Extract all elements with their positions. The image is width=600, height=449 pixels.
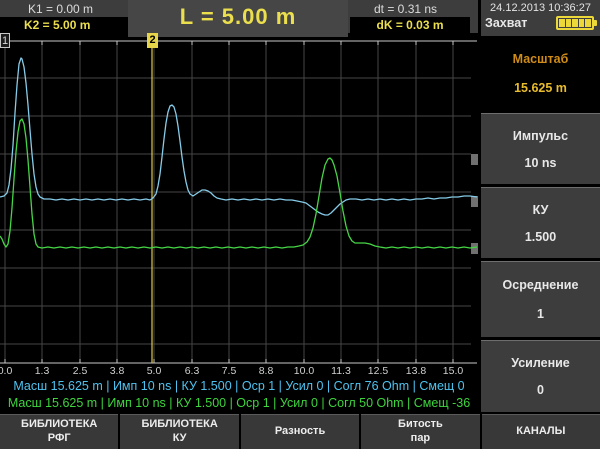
x-axis-tick-label: 10.0 — [289, 365, 319, 377]
panel-ku-label: КУ — [533, 203, 549, 217]
waveform-chart — [0, 33, 478, 366]
softkey-row: БИБЛИОТЕКА РФГ БИБЛИОТЕКА КУ Разность Би… — [0, 414, 600, 449]
button-library-ku[interactable]: БИБЛИОТЕКА КУ — [120, 414, 238, 449]
panel-pulse-label: Импульс — [513, 129, 568, 143]
datetime: 24.12.2013 10:36:27 — [481, 0, 600, 14]
sidebar-panel-scale[interactable]: Масштаб 15.625 m — [481, 37, 600, 110]
x-axis-tick-label: 11.3 — [326, 365, 356, 377]
panel-scale-label: Масштаб — [513, 52, 569, 66]
button-label: Разность — [275, 425, 325, 439]
panel-ku-value: 1.500 — [525, 230, 556, 244]
panel-gain-value: 0 — [537, 383, 544, 397]
x-axis-tick-label: 1.3 — [27, 365, 57, 377]
x-axis-tick-label: 13.8 — [401, 365, 431, 377]
button-label: пар — [411, 432, 430, 446]
x-axis-tick-label: 6.3 — [177, 365, 207, 377]
status-line-channel2: Масш 15.625 m | Имп 10 ns | КУ 1.500 | О… — [0, 396, 478, 411]
reflectometer-screen: K1 = 0.00 m K2 = 5.00 m L = 5.00 m dt = … — [0, 0, 600, 449]
battery-segment — [579, 19, 585, 27]
sidebar-panel-pulse[interactable]: Импульс 10 ns — [481, 113, 600, 184]
sidebar-panel-averaging[interactable]: Осреднение 1 — [481, 261, 600, 337]
k1-readout: K1 = 0.00 m — [28, 2, 93, 16]
battery-segment — [585, 19, 591, 27]
button-pair-split[interactable]: Битость пар — [361, 414, 479, 449]
button-label: БИБЛИОТЕКА — [141, 418, 217, 432]
battery-icon — [556, 16, 594, 30]
x-axis-tick-label: 0.0 — [0, 365, 20, 377]
dt-readout: dt = 0.31 ns — [374, 2, 437, 16]
x-axis-tick-label: 2.5 — [65, 365, 95, 377]
panel-pulse-value: 10 ns — [525, 156, 557, 170]
marker-2[interactable]: 2 — [147, 33, 158, 48]
capture-mode-label: Захват — [485, 16, 527, 30]
panel-gain-label: Усиление — [511, 356, 570, 370]
trace-channel-1 — [0, 58, 477, 215]
x-axis-tick-label: 15.0 — [438, 365, 468, 377]
battery-segment — [559, 19, 565, 27]
right-level-tick — [471, 196, 478, 207]
sidebar-panel-ku[interactable]: КУ 1.500 — [481, 187, 600, 258]
x-axis-tick-label: 3.8 — [102, 365, 132, 377]
k2-readout: K2 = 5.00 m — [0, 17, 128, 33]
marker-1[interactable]: 1 — [0, 33, 10, 48]
button-label: Битость — [398, 418, 443, 432]
sidebar-panel-gain[interactable]: Усиление 0 — [481, 340, 600, 412]
panel-averaging-label: Осреднение — [503, 278, 579, 292]
x-axis-tick-label: 5.0 — [139, 365, 169, 377]
button-label: КАНАЛЫ — [516, 425, 565, 439]
right-level-tick — [471, 154, 478, 165]
length-readout: L = 5.00 m — [128, 0, 348, 37]
button-difference[interactable]: Разность — [241, 414, 359, 449]
button-library-rfg[interactable]: БИБЛИОТЕКА РФГ — [0, 414, 118, 449]
panel-scale-value: 15.625 m — [514, 81, 567, 95]
battery-segment — [566, 19, 572, 27]
x-axis-labels: 0.0 1.3 2.5 3.8 5.0 6.3 7.5 8.8 10.0 11.3 12.5 13.8… — [0, 365, 478, 377]
sidebar-top: 24.12.2013 10:36:27 Захват — [481, 0, 600, 36]
status-line-channel1: Масш 15.625 m | Имп 10 ns | КУ 1.500 | О… — [0, 379, 478, 394]
button-label: КУ — [173, 432, 187, 446]
button-channels[interactable]: КАНАЛЫ — [482, 414, 600, 449]
button-label: БИБЛИОТЕКА — [21, 418, 97, 432]
dk-readout: dK = 0.03 m — [350, 17, 470, 33]
panel-averaging-value: 1 — [537, 307, 544, 321]
x-axis-tick-label: 8.8 — [251, 365, 281, 377]
button-label: РФГ — [48, 432, 71, 446]
battery-segment — [572, 19, 578, 27]
trace-channel-2 — [0, 119, 477, 248]
x-axis-tick-label: 7.5 — [214, 365, 244, 377]
right-level-tick — [471, 243, 478, 254]
x-axis-tick-label: 12.5 — [363, 365, 393, 377]
